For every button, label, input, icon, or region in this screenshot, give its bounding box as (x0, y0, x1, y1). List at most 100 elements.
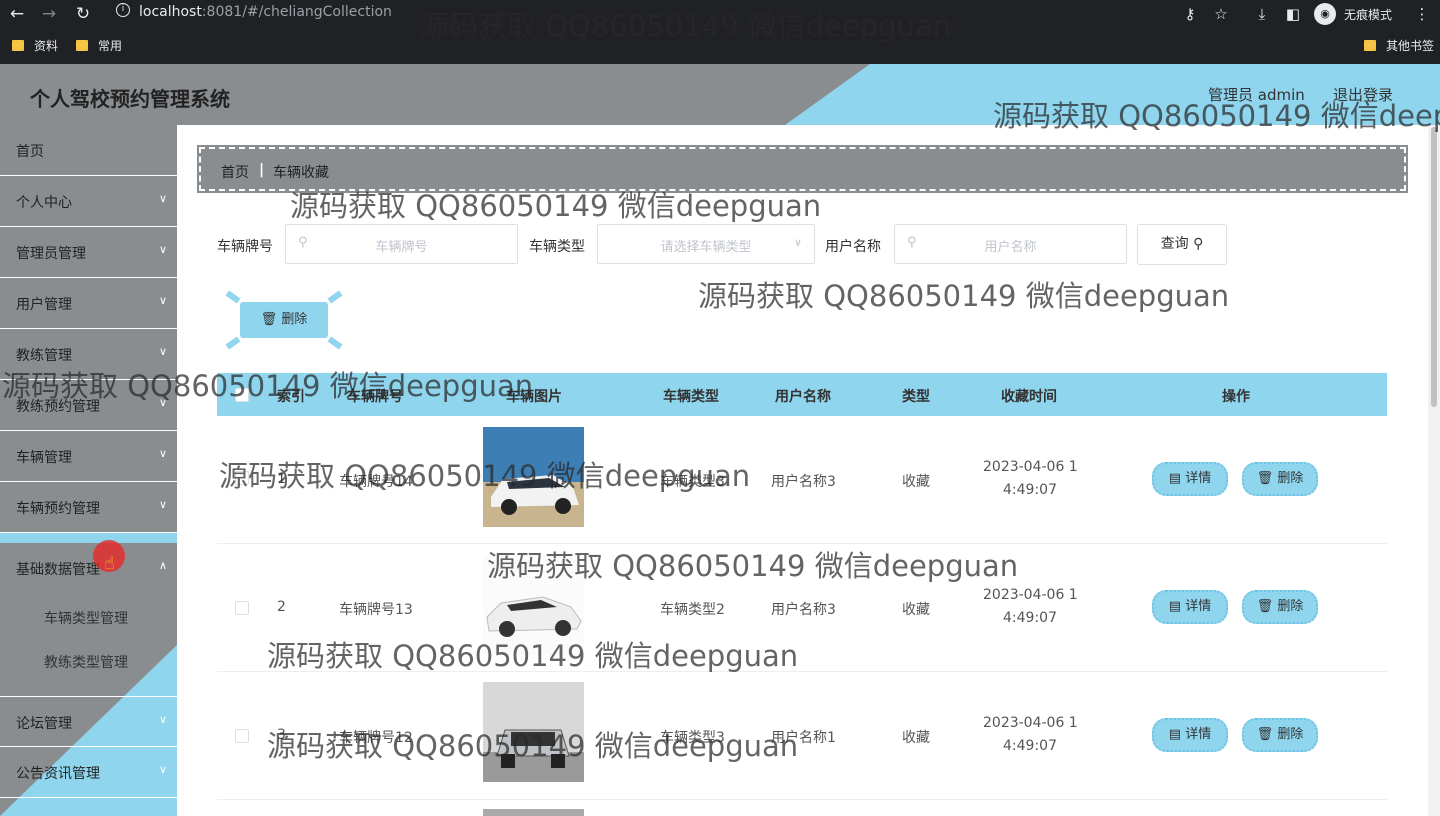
document-icon: ▤ (1168, 727, 1182, 742)
sidebar-item-personal-center[interactable]: 个人中心 ∨ (0, 176, 177, 227)
logout-link[interactable]: 退出登录 (1333, 84, 1393, 105)
detail-button[interactable]: ▤ 详情 (1152, 590, 1228, 624)
car-photo-white-suv (483, 427, 584, 527)
info-icon[interactable]: i (116, 3, 130, 17)
sidepanel-icon[interactable]: ◧ (1283, 4, 1303, 24)
page-scrollbar[interactable] (1428, 125, 1440, 816)
sidebar-item-label: 车辆预约管理 (16, 501, 100, 517)
chevron-down-icon: ∨ (158, 294, 167, 307)
type-filter-label: 车辆类型 (529, 239, 585, 255)
row-type: 车辆类型3 (660, 730, 725, 746)
type-placeholder: 请选择车辆类型 (660, 240, 752, 255)
select-all-checkbox[interactable] (235, 388, 249, 402)
document-icon: ▤ (1168, 599, 1182, 614)
key-icon[interactable]: ⚷ (1180, 4, 1200, 24)
sidebar-item-forum[interactable]: 论坛管理 ∨ (0, 696, 177, 747)
row-delete-button[interactable]: 🗑 删除 (1242, 590, 1318, 624)
col-type: 车辆类型 (663, 389, 719, 405)
app-title: 个人驾校预约管理系统 (30, 87, 230, 111)
plate-placeholder: 车辆牌号 (375, 240, 428, 255)
car-image[interactable] (483, 555, 584, 655)
table-row: 2 车辆牌号13 车辆类型2 用户名称3 收藏 2023-04-06 1 4:4… (217, 544, 1387, 672)
row-checkbox[interactable] (235, 471, 249, 485)
row-delete-button[interactable]: 🗑 删除 (1242, 462, 1318, 496)
delete-label: 删除 (1277, 727, 1304, 742)
row-checkbox[interactable] (235, 729, 249, 743)
bookmark-item[interactable]: 资料 (12, 37, 58, 54)
folder-icon (1364, 40, 1376, 51)
scrollbar-thumb[interactable] (1431, 127, 1437, 407)
sidebar-item-admin-management[interactable]: 管理员管理 ∨ (0, 227, 177, 278)
sidebar-item-user-management[interactable]: 用户管理 ∨ (0, 278, 177, 329)
row-type: 车辆类型2 (660, 602, 725, 618)
row-time-line1: 2023-04-06 1 (983, 715, 1078, 731)
sidebar-item-basic-data[interactable]: 基础数据管理 ∧ (0, 543, 177, 594)
sidebar-item-label: 首页 (16, 144, 44, 160)
incognito-icon: ◉ (1314, 3, 1336, 25)
sidebar-item-vehicle-management[interactable]: 车辆管理 ∨ (0, 431, 177, 482)
row-delete-button[interactable]: 🗑 删除 (1242, 718, 1318, 752)
row-user: 用户名称1 (771, 730, 836, 746)
detail-button[interactable]: ▤ 详情 (1152, 462, 1228, 496)
sidebar-item-coach-management[interactable]: 教练管理 ∨ (0, 329, 177, 380)
download-icon[interactable]: ⤓ (1252, 4, 1272, 24)
trash-icon: 🗑 (1256, 471, 1274, 486)
sidebar-item-coach-booking[interactable]: 教练预约管理 ∨ (0, 380, 177, 431)
delete-label: 删除 (1277, 599, 1304, 614)
row-time-line2: 4:49:07 (1003, 738, 1057, 754)
other-bookmarks[interactable]: 其他书签 (1364, 37, 1434, 54)
chevron-down-icon: ∨ (158, 192, 167, 205)
query-label: 查询 (1160, 236, 1189, 252)
breadcrumb-home[interactable]: 首页 (221, 162, 249, 182)
query-button[interactable]: 查询 ⚲ (1137, 224, 1227, 265)
breadcrumb: 首页 | 车辆收藏 (197, 145, 1408, 193)
vehicle-type-select[interactable]: 请选择车辆类型 ∨ (597, 224, 815, 264)
col-user: 用户名称 (775, 389, 831, 405)
row-user: 用户名称3 (771, 474, 836, 490)
browser-nav-row: ← → ↻ i localhost:8081/#/cheliangCollect… (0, 0, 1440, 28)
sidebar-item-vehicle-booking[interactable]: 车辆预约管理 ∨ (0, 482, 177, 533)
car-image[interactable] (483, 427, 584, 527)
col-plate: 车辆牌号 (347, 389, 403, 405)
forward-arrow-icon[interactable]: → (38, 3, 60, 25)
delete-label: 删除 (281, 312, 308, 327)
sidebar-item-announcements[interactable]: 公告资讯管理 ∨ (0, 747, 177, 798)
bookmark-item[interactable]: 常用 (76, 37, 122, 54)
plate-search-input[interactable]: ⚲ 车辆牌号 (285, 224, 518, 264)
sidebar-item-label: 教练预约管理 (16, 399, 100, 415)
back-arrow-icon[interactable]: ← (6, 3, 28, 25)
menu-kebab-icon[interactable]: ⋮ (1412, 4, 1432, 24)
row-checkbox[interactable] (235, 601, 249, 615)
row-user: 用户名称3 (771, 602, 836, 618)
car-photo-white-coupe (483, 555, 584, 655)
sidebar-item-label: 教练管理 (16, 348, 72, 364)
star-icon[interactable]: ☆ (1211, 4, 1231, 24)
batch-delete-button[interactable]: 🗑 删除 (225, 290, 343, 350)
decor-corner (327, 336, 343, 350)
document-icon: ▤ (1168, 471, 1182, 486)
row-time-line2: 4:49:07 (1003, 482, 1057, 498)
chevron-down-icon: ∨ (158, 447, 167, 460)
car-image[interactable] (483, 682, 584, 782)
trash-icon: 🗑 (1256, 727, 1274, 742)
incognito-label: 无痕模式 (1344, 8, 1393, 22)
row-kind: 收藏 (902, 730, 930, 746)
row-time-line1: 2023-04-06 1 (983, 459, 1078, 475)
row-index: 1 (277, 471, 286, 487)
detail-label: 详情 (1185, 471, 1212, 486)
sidebar-subitem-vehicle-type[interactable]: 车辆类型管理 (44, 608, 128, 628)
sidebar-item-home[interactable]: 首页 (0, 125, 177, 176)
car-photo-silver-sedan (483, 682, 584, 782)
search-icon: ⚲ (1193, 236, 1204, 252)
folder-icon (76, 40, 88, 51)
detail-label: 详情 (1185, 599, 1212, 614)
decor-corner (327, 290, 343, 304)
row-plate: 车辆牌号14 (339, 474, 413, 490)
user-search-input[interactable]: ⚲ 用户名称 (894, 224, 1127, 264)
detail-button[interactable]: ▤ 详情 (1152, 718, 1228, 752)
sidebar-item-label: 管理员管理 (16, 246, 86, 262)
address-bar[interactable]: i localhost:8081/#/cheliangCollection (106, 1, 1186, 25)
trash-icon: 🗑 (1256, 599, 1274, 614)
reload-icon[interactable]: ↻ (72, 3, 94, 25)
sidebar-subitem-coach-type[interactable]: 教练类型管理 (44, 652, 128, 672)
